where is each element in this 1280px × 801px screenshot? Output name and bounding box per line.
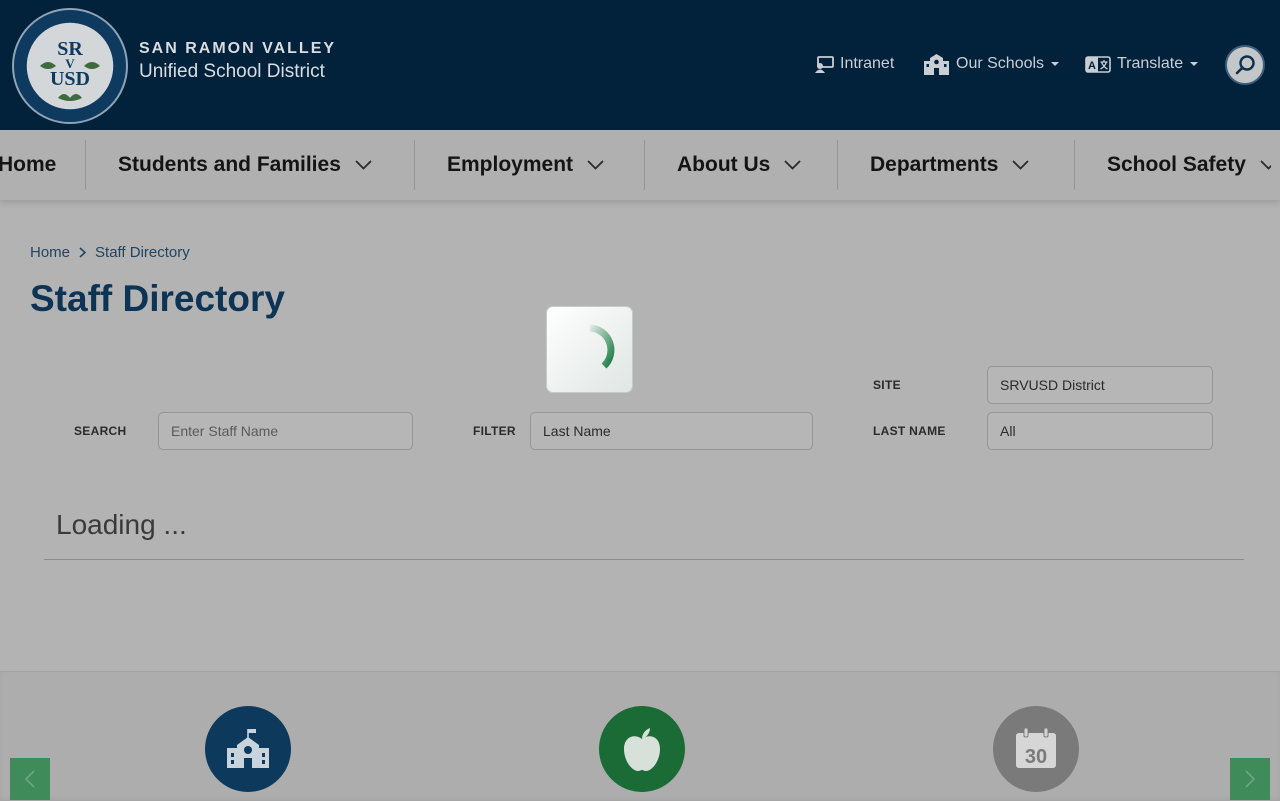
nav-item-label: School Safety — [1107, 153, 1246, 176]
nav-item-departments[interactable]: Departments — [870, 130, 1030, 200]
last-name-select-value: All — [1000, 423, 1016, 439]
chevron-down-icon — [784, 160, 801, 170]
svg-text:V: V — [65, 56, 75, 71]
quick-link-schools[interactable] — [205, 706, 291, 792]
site-select-value: SRVUSD District — [1000, 377, 1105, 393]
school-icon — [924, 54, 949, 75]
intranet-link[interactable]: Intranet — [815, 52, 894, 76]
chevron-down-icon — [355, 160, 372, 170]
chevron-down-icon — [587, 160, 604, 170]
our-schools-label: Our Schools — [956, 55, 1045, 72]
main-nav: Home Students and Families Employment Ab… — [0, 130, 1280, 200]
breadcrumb-home-link[interactable]: Home — [30, 244, 70, 261]
search-icon — [1235, 55, 1255, 75]
nav-item-label: Students and Families — [118, 153, 341, 176]
district-seal-icon[interactable]: SR USD V — [12, 8, 128, 124]
filter-select[interactable]: Last Name — [530, 412, 813, 450]
svg-text:A: A — [1088, 60, 1096, 72]
nav-item-school-safety[interactable]: School Safety — [1107, 130, 1271, 200]
site-header: SR USD V SAN RAMON VALLEY Unified School… — [0, 0, 1280, 130]
intranet-icon — [815, 55, 834, 73]
nav-divider — [1074, 140, 1075, 190]
district-name[interactable]: SAN RAMON VALLEY Unified School District — [139, 40, 336, 83]
search-label: SEARCH — [74, 424, 127, 438]
search-button[interactable] — [1225, 45, 1265, 85]
chevron-right-icon — [1245, 770, 1256, 788]
site-label: SITE — [873, 378, 901, 392]
calendar-day-text: 30 — [1025, 746, 1047, 768]
carousel-next-button[interactable] — [1230, 758, 1270, 800]
filter-select-value: Last Name — [543, 423, 611, 439]
staff-search-input[interactable] — [158, 412, 413, 450]
school-building-icon — [227, 729, 269, 768]
page-title: Staff Directory — [30, 278, 285, 319]
nav-item-home[interactable]: Home — [0, 130, 56, 200]
chevron-left-icon — [24, 770, 35, 788]
last-name-select[interactable]: All — [987, 412, 1213, 450]
our-schools-dropdown[interactable]: Our Schools — [923, 52, 1060, 76]
carousel-prev-button[interactable] — [10, 758, 50, 800]
nav-divider — [414, 140, 415, 190]
last-name-label: LAST NAME — [873, 424, 946, 438]
translate-icon: A — [1085, 55, 1111, 73]
spinner-icon — [589, 324, 614, 369]
quick-link-calendar[interactable]: 30 — [993, 706, 1079, 792]
quick-link-apple[interactable] — [599, 706, 685, 792]
caret-down-icon — [1190, 62, 1199, 66]
nav-item-label: About Us — [677, 153, 771, 176]
divider — [44, 559, 1244, 560]
caret-down-icon — [1051, 62, 1060, 66]
filter-label: FILTER — [473, 424, 516, 438]
breadcrumb: Home Staff Directory — [30, 244, 190, 261]
nav-item-about-us[interactable]: About Us — [677, 130, 801, 200]
calendar-icon: 30 — [1016, 727, 1056, 768]
loading-text: Loading ... — [56, 509, 187, 540]
nav-divider — [85, 140, 86, 190]
translate-label: Translate — [1117, 55, 1184, 72]
nav-item-students-and-families[interactable]: Students and Families — [118, 130, 372, 200]
intranet-label: Intranet — [840, 55, 895, 72]
chevron-right-icon — [79, 247, 87, 258]
nav-item-label: Home — [0, 153, 57, 176]
nav-item-label: Employment — [447, 153, 574, 176]
translate-dropdown[interactable]: A Translate — [1085, 52, 1199, 76]
nav-item-label: Departments — [870, 153, 999, 176]
district-name-line1: SAN RAMON VALLEY — [139, 40, 337, 57]
apple-icon — [624, 728, 660, 771]
chevron-down-icon — [1260, 160, 1271, 170]
loading-spinner — [546, 306, 633, 393]
breadcrumb-current[interactable]: Staff Directory — [95, 244, 190, 261]
chevron-down-icon — [1012, 160, 1030, 170]
site-select[interactable]: SRVUSD District — [987, 366, 1213, 404]
nav-item-employment[interactable]: Employment — [447, 130, 604, 200]
svg-text:USD: USD — [50, 68, 90, 90]
nav-divider — [644, 140, 645, 190]
district-name-line2: Unified School District — [139, 61, 325, 82]
nav-divider — [837, 140, 838, 190]
